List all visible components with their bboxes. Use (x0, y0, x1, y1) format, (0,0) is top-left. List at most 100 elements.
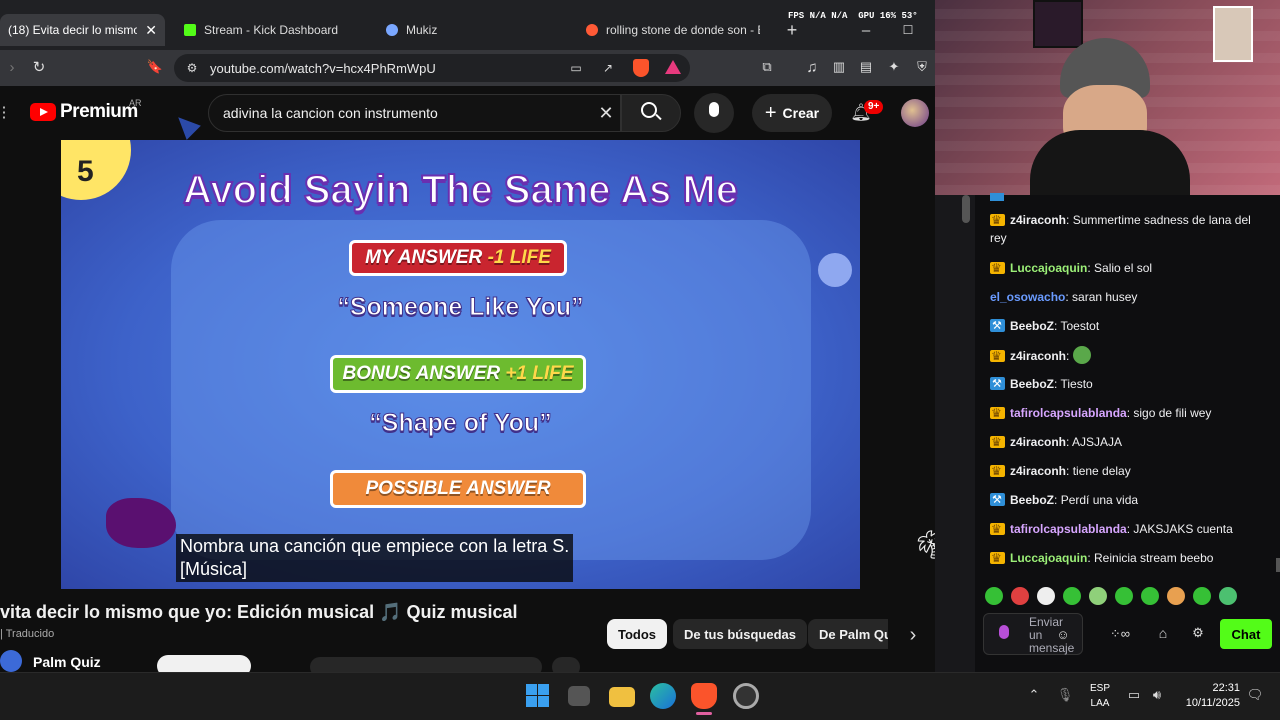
chat-scrollbar-thumb[interactable] (962, 195, 970, 223)
subscriber-badge-icon (990, 347, 1005, 365)
volume-icon[interactable]: 🔊︎ (1148, 686, 1166, 704)
subscribe-button[interactable] (157, 655, 251, 672)
system-clock[interactable]: 22:31 10/11/2025 (1178, 681, 1240, 711)
site-settings-icon[interactable]: ⚙ (182, 58, 202, 78)
like-share-buttons[interactable] (310, 657, 542, 672)
video-player[interactable]: 5 Avoid Sayin The Same As Me MY ANSWER -… (61, 140, 860, 589)
emote-icon[interactable] (1037, 587, 1055, 605)
sidebar-toggle-icon[interactable]: ▥ (829, 56, 849, 78)
chat-scrollbar[interactable] (1276, 558, 1280, 572)
file-explorer-icon[interactable] (609, 687, 635, 707)
reload-icon[interactable]: ↻ (28, 56, 50, 78)
video-captions: Nombra una canción que empiece con la le… (176, 534, 574, 582)
language-indicator[interactable]: ESP LAA (1088, 681, 1112, 711)
emote-icon[interactable] (1115, 587, 1133, 605)
mic-tray-icon[interactable]: 🎙︎ (1056, 686, 1074, 704)
maximize-icon[interactable]: ☐ (898, 20, 918, 40)
chat-username[interactable]: tafirolcapsulablanda (1010, 522, 1127, 536)
ai-assistant-icon[interactable]: ✦ (884, 56, 904, 78)
obs-icon[interactable] (733, 683, 759, 709)
chat-username[interactable]: z4iraconh (1010, 349, 1066, 363)
cast-icon[interactable]: ▭ (566, 58, 586, 78)
partial-badge-icon (990, 193, 1004, 201)
emote-icon[interactable] (1063, 587, 1081, 605)
search-input[interactable]: adivina la cancion con instrumento (208, 94, 621, 132)
chips-next-icon[interactable]: › (902, 624, 924, 646)
task-view-icon[interactable] (568, 686, 590, 706)
chat-username[interactable]: z4iraconh (1010, 213, 1066, 227)
chat-message: z4iraconh: (990, 346, 1260, 365)
chat-username[interactable]: Luccajoaquin (1010, 261, 1087, 275)
channel-avatar[interactable] (0, 650, 22, 672)
youtube-logo-icon[interactable] (30, 103, 56, 121)
chat-message: z4iraconh: AJSJAJA (990, 433, 1260, 451)
vpn-icon[interactable]: ⛨ (912, 56, 932, 78)
clear-search-icon[interactable]: ✕ (595, 102, 617, 124)
chip-from-channel[interactable]: De Palm Qu (808, 619, 888, 649)
brave-browser-icon[interactable] (691, 683, 717, 709)
emote-icon[interactable] (1193, 587, 1211, 605)
tab-youtube[interactable]: (18) Evita decir lo mismo q ✕ (0, 14, 165, 46)
palm-tree-icon: 🌴︎ (912, 529, 935, 560)
emote-icon[interactable] (1089, 587, 1107, 605)
emote-icon[interactable] (1219, 587, 1237, 605)
tab-mukiz-label: Mukiz (406, 23, 438, 37)
mic-icon[interactable] (999, 625, 1009, 639)
settings-gear-icon[interactable]: ⚙ (1189, 624, 1207, 642)
my-answer-label: MY ANSWER (365, 247, 483, 268)
chat-username[interactable]: BeeboZ (1010, 493, 1054, 507)
wallet-icon[interactable]: ▤ (856, 56, 876, 78)
emote-icon[interactable] (985, 587, 1003, 605)
chat-message: BeeboZ: Toestot (990, 317, 1260, 335)
emote-icon[interactable] (1167, 587, 1185, 605)
avatar[interactable] (901, 99, 929, 127)
share-icon[interactable]: ↗ (598, 58, 618, 78)
language-code: ESP (1089, 683, 1110, 694)
channel-name[interactable]: Palm Quiz (33, 654, 101, 670)
bookmark-icon[interactable]: 🔖 (144, 56, 166, 78)
tab-kick-dashboard[interactable]: Stream - Kick Dashboard (176, 14, 366, 46)
chat-text: sigo de fili wey (1133, 406, 1212, 420)
minimize-icon[interactable]: – (856, 20, 876, 40)
youtube-brand[interactable]: Premium (60, 101, 138, 123)
start-button[interactable] (525, 683, 551, 709)
new-tab-icon[interactable]: + (782, 20, 802, 40)
network-icon[interactable]: ▭ (1125, 686, 1143, 704)
menu-icon[interactable]: ⋮ (0, 102, 12, 122)
send-chat-button[interactable]: Chat (1220, 619, 1272, 649)
bonus-answer-text: “Shape of You” (369, 409, 552, 438)
brave-shield-icon[interactable] (633, 59, 649, 77)
chat-username[interactable]: z4iraconh (1010, 464, 1066, 478)
emoji-icon[interactable]: ☺ (1055, 626, 1071, 642)
chip-from-searches[interactable]: De tus búsquedas (673, 619, 807, 649)
chat-message: Luccajoaquin: Reinicia stream beebo (990, 549, 1260, 567)
edge-browser-icon[interactable] (650, 683, 676, 709)
music-icon[interactable]: ♫ (802, 56, 822, 78)
tab-search[interactable]: rolling stone de donde son - B (578, 14, 768, 46)
clock-time: 22:31 (1212, 682, 1240, 694)
emote-icon[interactable] (1141, 587, 1159, 605)
chat-username[interactable]: BeeboZ (1010, 377, 1054, 391)
chat-message: tafirolcapsulablanda: sigo de fili wey (990, 404, 1260, 422)
chat-username[interactable]: z4iraconh (1010, 435, 1066, 449)
screenshot-icon[interactable]: ⧉ (757, 56, 777, 78)
moderator-badge-icon (990, 491, 1005, 509)
create-button[interactable]: + Crear (752, 94, 832, 132)
more-actions-button[interactable] (552, 657, 580, 672)
brave-rewards-icon[interactable] (665, 60, 681, 74)
store-icon[interactable]: ⌂ (1154, 624, 1172, 642)
emote-icon[interactable] (1011, 587, 1029, 605)
chip-all[interactable]: Todos (607, 619, 668, 649)
notification-center-icon[interactable]: 🗨︎ (1246, 686, 1264, 704)
forward-icon[interactable]: › (2, 56, 22, 78)
chat-username[interactable]: BeeboZ (1010, 319, 1054, 333)
chat-username[interactable]: el_osowacho (990, 290, 1065, 304)
chat-username[interactable]: Luccajoaquin (1010, 551, 1087, 565)
active-app-indicator (696, 712, 712, 715)
channel-points-icon[interactable]: ⁘∞ (1100, 625, 1140, 643)
chat-username[interactable]: tafirolcapsulablanda (1010, 406, 1127, 420)
subscriber-badge-icon (990, 462, 1005, 480)
tab-mukiz[interactable]: Mukiz (378, 14, 568, 46)
tray-expand-icon[interactable]: ⌃ (1025, 686, 1043, 704)
close-tab-icon[interactable]: ✕ (145, 22, 157, 39)
